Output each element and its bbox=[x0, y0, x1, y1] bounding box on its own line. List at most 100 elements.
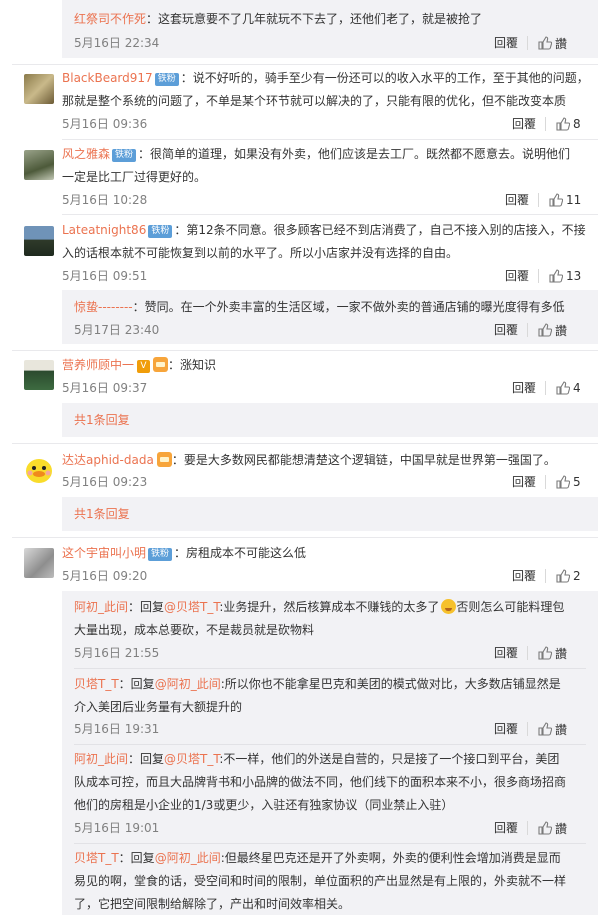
like-button[interactable]: 13 bbox=[549, 268, 581, 284]
divider bbox=[527, 36, 528, 50]
comment-text: ：要是大多数网民都能想清楚这个逻辑链，中国早就是世界第一强国了。 bbox=[171, 453, 556, 467]
like-count: 5 bbox=[573, 475, 581, 489]
reply-prefix: ：回复 bbox=[128, 600, 165, 614]
like-button[interactable]: 讚 bbox=[538, 645, 567, 661]
reply-author-link[interactable]: 贝塔T_T bbox=[74, 851, 119, 865]
avatar[interactable] bbox=[24, 455, 54, 485]
reply-prefix: ：回复 bbox=[128, 752, 165, 766]
reply-button[interactable]: 回覆 bbox=[494, 322, 518, 338]
reply-text: 介入美团后业务量有大额提升的 bbox=[74, 700, 243, 714]
comment-text: ：涨知识 bbox=[168, 358, 217, 372]
like-button[interactable]: 5 bbox=[556, 474, 581, 490]
reply-button[interactable]: 回覆 bbox=[512, 380, 536, 396]
comment-timestamp: 5月16日 10:28 bbox=[62, 193, 148, 207]
divider bbox=[12, 443, 598, 444]
thumbs-up-icon bbox=[538, 821, 552, 835]
reply-button[interactable]: 回覆 bbox=[512, 568, 536, 584]
like-button[interactable]: 8 bbox=[556, 116, 581, 132]
comment-timestamp: 5月16日 09:51 bbox=[62, 269, 148, 283]
thumbs-up-icon bbox=[538, 36, 552, 50]
reply-timestamp: 5月16日 21:55 bbox=[74, 646, 160, 660]
reply-author-link[interactable]: 贝塔T_T bbox=[74, 677, 119, 691]
reply-button[interactable]: 回覆 bbox=[505, 192, 529, 208]
mention-link[interactable]: @阿初_此间 bbox=[155, 677, 221, 691]
laughing-emoji-icon bbox=[441, 599, 457, 614]
reply-text: 他们的房租是小企业的1/3或更少，入驻还有独家协议（同业禁止入驻） bbox=[74, 798, 454, 812]
divider bbox=[545, 569, 546, 583]
reply-author-link[interactable]: 阿初_此间 bbox=[74, 600, 128, 614]
reply-text: 大量出现，成本总要砍，不是裁员就是砍物料 bbox=[74, 623, 315, 637]
like-button[interactable]: 讚 bbox=[538, 721, 567, 737]
reply-timestamp: 5月16日 19:31 bbox=[74, 722, 160, 736]
verified-badge: V bbox=[137, 360, 151, 373]
comment-line-1: 风之雅森 铁粉 ：很简单的道理，如果没有外卖，他们应该是去工厂。既然都不愿意去。说明… bbox=[62, 144, 570, 164]
reply-button[interactable]: 回覆 bbox=[494, 820, 518, 836]
like-button[interactable]: 讚 bbox=[538, 820, 567, 836]
mention-link[interactable]: @贝塔T_T bbox=[164, 600, 219, 614]
avatar[interactable] bbox=[24, 360, 54, 390]
thumbs-up-icon bbox=[538, 646, 552, 660]
mention-link[interactable]: @贝塔T_T bbox=[164, 752, 219, 766]
reply-button[interactable]: 回覆 bbox=[505, 268, 529, 284]
like-button[interactable]: 4 bbox=[556, 380, 581, 396]
author-link[interactable]: Lateatnight86 bbox=[62, 223, 146, 237]
divider bbox=[527, 821, 528, 835]
author-link[interactable]: 风之雅森 bbox=[62, 147, 110, 161]
reply-block: 阿初_此间：回复@贝塔T_T:业务提升，然后核算成本不赚钱的太多了 否则怎么可能料… bbox=[62, 591, 598, 915]
avatar[interactable] bbox=[24, 74, 54, 104]
comment-line-1: Lateatnight86 铁粉 ：第12条不同意。很多顾客已经不到店消费了，自己不… bbox=[62, 220, 586, 240]
author-link[interactable]: BlackBeard917 bbox=[62, 71, 153, 85]
thumbs-up-icon bbox=[556, 381, 570, 395]
reply-button[interactable]: 回覆 bbox=[512, 116, 536, 132]
like-count: 11 bbox=[566, 193, 582, 207]
duck-avatar-icon bbox=[26, 459, 52, 483]
like-button[interactable]: 讚 bbox=[538, 322, 567, 338]
avatar[interactable] bbox=[24, 150, 54, 180]
reply-button[interactable]: 回覆 bbox=[494, 645, 518, 661]
divider bbox=[74, 843, 586, 844]
comment-timestamp: 5月16日 09:23 bbox=[62, 475, 148, 489]
author-link[interactable]: 达达aphid-dada bbox=[62, 453, 154, 467]
fan-badge: 铁粉 bbox=[148, 548, 173, 561]
reply-button[interactable]: 回覆 bbox=[512, 474, 536, 490]
like-button[interactable]: 讚 bbox=[538, 35, 567, 51]
like-button[interactable]: 11 bbox=[549, 192, 581, 208]
like-label: 讚 bbox=[555, 36, 568, 51]
more-replies-link[interactable]: 共1条回复 bbox=[74, 504, 130, 524]
avatar[interactable] bbox=[24, 226, 54, 256]
like-count: 4 bbox=[573, 381, 581, 395]
reply-button[interactable]: 回覆 bbox=[494, 35, 518, 51]
like-count: 2 bbox=[573, 569, 581, 583]
reply-timestamp: 5月16日 22:34 bbox=[74, 36, 160, 50]
divider bbox=[527, 722, 528, 736]
reply-text: :所以你也不能拿星巴克和美团的模式做对比，大多数店铺显然是 bbox=[220, 677, 561, 691]
reply-block: 红祭司不作死：这套玩意要不了几年就玩不下去了，还他们老了，就是被抢了 5月16日… bbox=[62, 0, 598, 58]
reply-text: :但最终星巴克还是开了外卖啊，外卖的便利性会增加消费是显而 bbox=[220, 851, 561, 865]
reply-text: 了，它把空间限制给解除了，产出和时间效率相关。 bbox=[74, 897, 351, 911]
divider bbox=[62, 139, 598, 140]
thumbs-up-icon bbox=[556, 569, 570, 583]
more-replies-link[interactable]: 共1条回复 bbox=[74, 410, 130, 430]
like-label: 讚 bbox=[555, 722, 568, 737]
reply-author-link[interactable]: 红祭司不作死 bbox=[74, 12, 146, 26]
reply-author-link[interactable]: 惊蛰-------- bbox=[74, 300, 133, 314]
divider bbox=[12, 350, 598, 351]
like-button[interactable]: 2 bbox=[556, 568, 581, 584]
mention-link[interactable]: @阿初_此间 bbox=[155, 851, 221, 865]
author-link[interactable]: 营养师顾中一 bbox=[62, 358, 134, 372]
comment-text: 入的话根本就不可能恢复到以前的水平了。所以小店家并没有选择的自由。 bbox=[62, 246, 459, 260]
reply-text: 否则怎么可能料理包 bbox=[456, 600, 565, 614]
reply-author-link[interactable]: 阿初_此间 bbox=[74, 752, 128, 766]
thumbs-up-icon bbox=[556, 117, 570, 131]
author-link[interactable]: 这个宇宙叫小明 bbox=[62, 546, 146, 560]
divider bbox=[538, 269, 539, 283]
thumbs-up-icon bbox=[549, 193, 563, 207]
reply-text: ：赞同。在一个外卖丰富的生活区域，一家不做外卖的普通店铺的曝光度得有多低 bbox=[132, 300, 565, 314]
like-label: 讚 bbox=[555, 323, 568, 338]
avatar[interactable] bbox=[24, 548, 54, 578]
divider bbox=[527, 323, 528, 337]
divider bbox=[74, 744, 586, 745]
reply-button[interactable]: 回覆 bbox=[494, 721, 518, 737]
reply-text: 易见的啊，堂食的话，受空间和时间的限制，单位面积的产出显然是有上限的，外卖就不一… bbox=[74, 874, 567, 888]
reply-prefix: ：回复 bbox=[118, 851, 155, 865]
